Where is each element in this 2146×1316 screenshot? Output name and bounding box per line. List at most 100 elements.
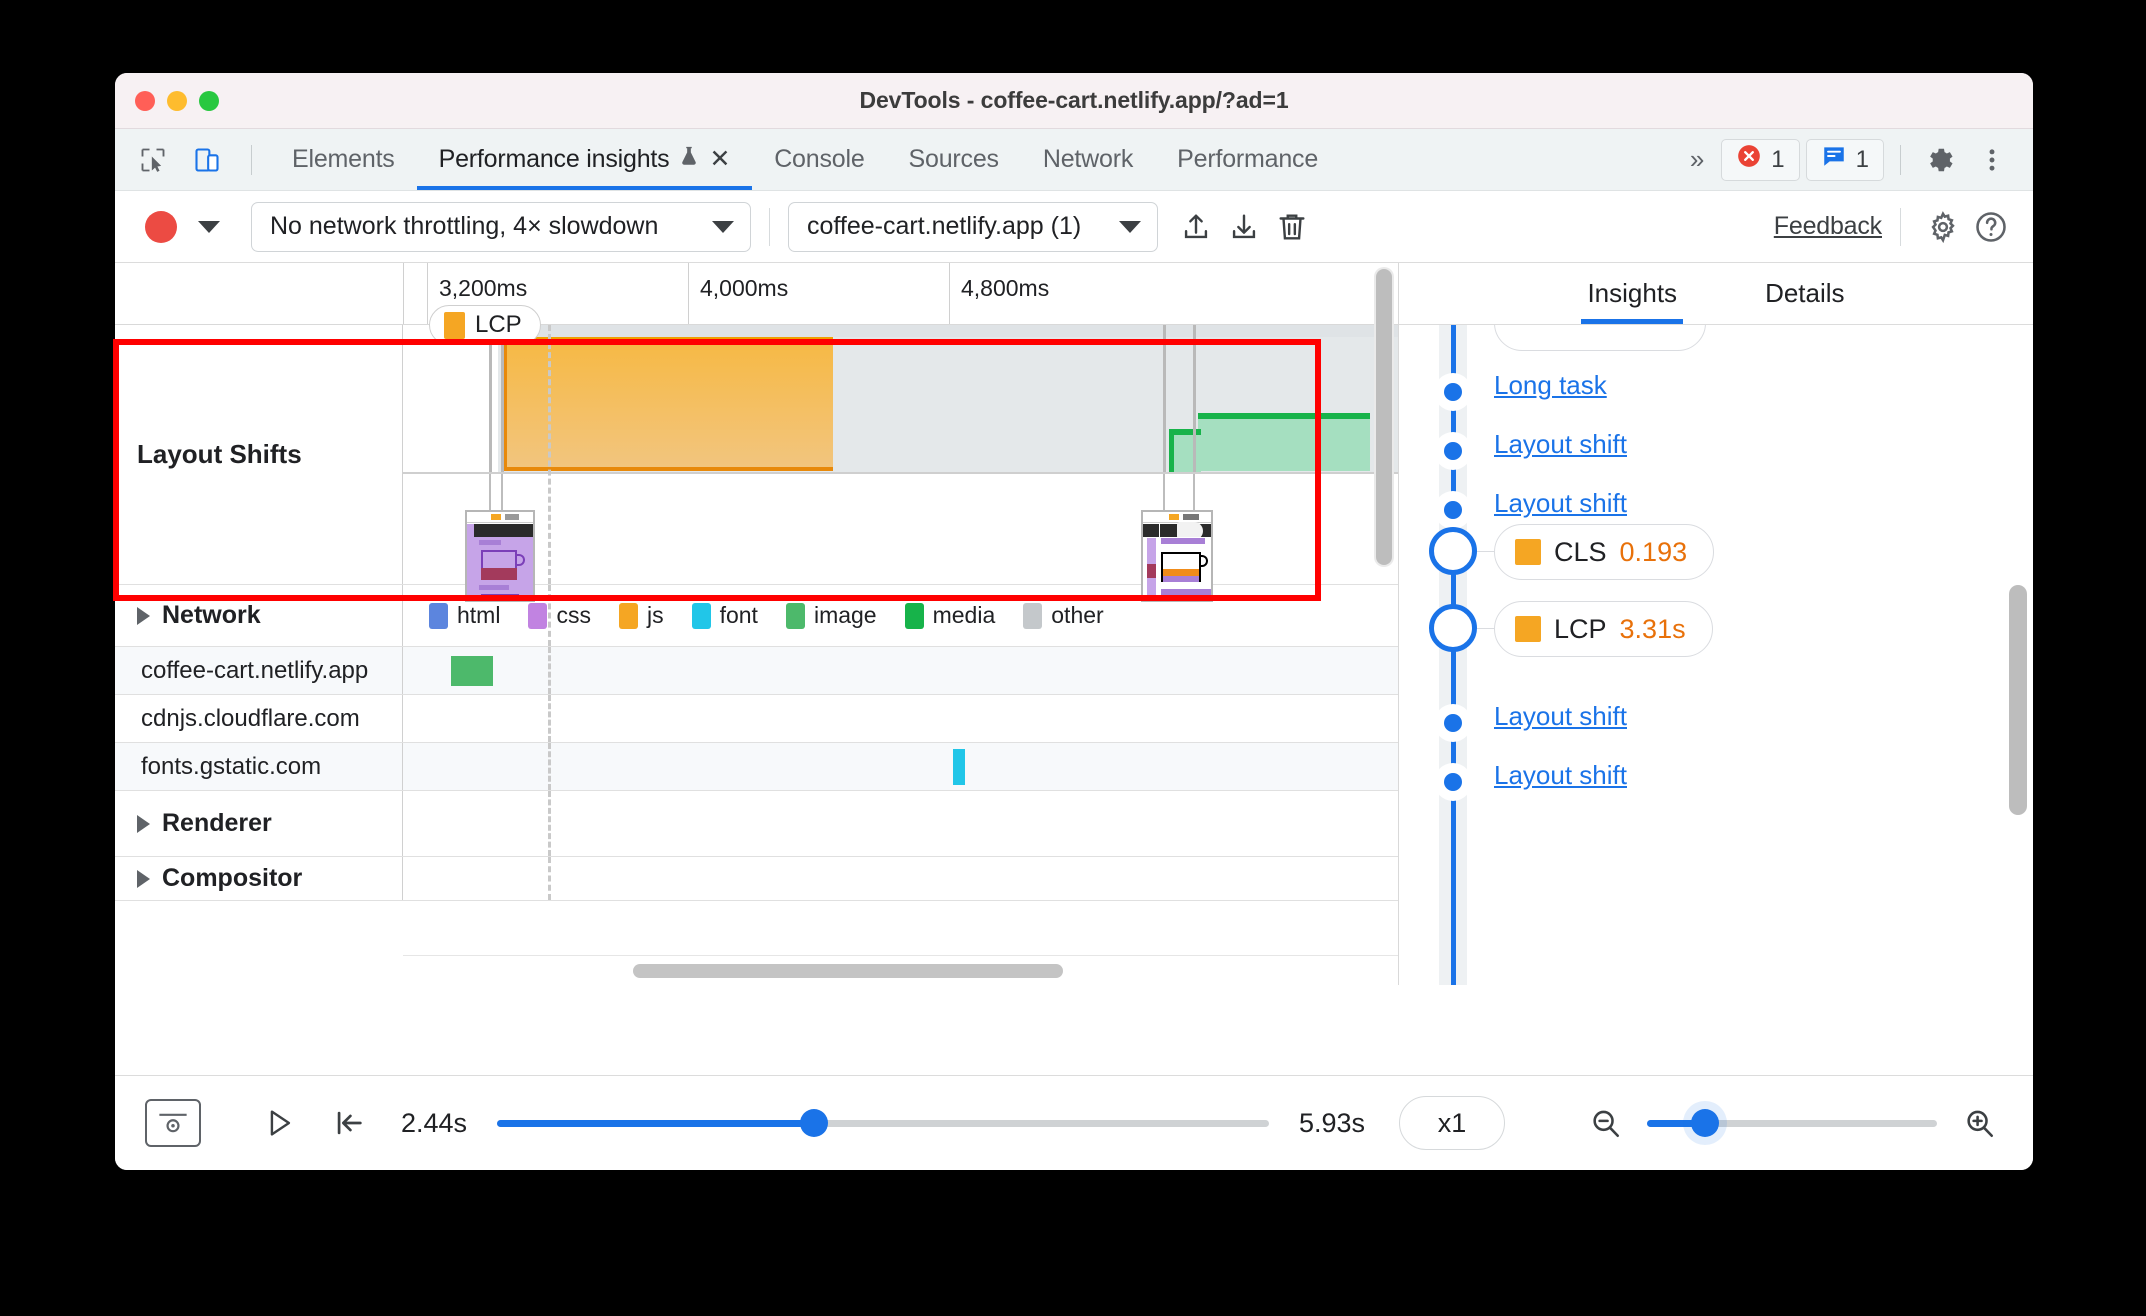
insight-link-layout-shift[interactable]: Layout shift (1494, 488, 1627, 519)
track-label-network[interactable]: Network (115, 585, 403, 646)
legend-item-js: js (618, 602, 664, 629)
tab-console[interactable]: Console (752, 129, 886, 190)
metric-chip-cls[interactable]: CLS 0.193 (1494, 524, 1715, 580)
playback-speed-button[interactable]: x1 (1399, 1096, 1505, 1150)
track-network-group[interactable]: Network html css js font image media oth… (115, 585, 1398, 647)
more-tabs-icon[interactable]: » (1676, 144, 1715, 175)
legend-item-media: media (904, 602, 995, 629)
gear-icon[interactable] (1917, 137, 1963, 183)
page-select[interactable]: coffee-cart.netlify.app (1) (788, 201, 1158, 252)
device-toolbar-icon[interactable] (187, 140, 227, 180)
sidebar-tab-label: Insights (1587, 278, 1678, 308)
timeline-horizontal-scrollbar[interactable] (403, 955, 1398, 985)
throttling-value: No network throttling, 4× slowdown (270, 212, 659, 240)
tab-label: Console (774, 145, 865, 173)
playhead-slider-fill (497, 1119, 814, 1127)
scrollbar-thumb[interactable] (1376, 269, 1392, 565)
record-circle-icon (145, 210, 177, 243)
trash-icon[interactable] (1268, 203, 1316, 251)
tab-label: Network (1042, 145, 1134, 173)
insight-dot[interactable] (1434, 373, 1472, 411)
insight-dot-large[interactable] (1429, 604, 1477, 652)
partial-metric-chip[interactable] (1494, 325, 1706, 351)
jump-to-start-icon[interactable] (323, 1097, 375, 1149)
legend-item-font: font (691, 602, 758, 629)
insight-dot[interactable] (1434, 432, 1472, 470)
help-circle-icon[interactable] (1967, 203, 2015, 251)
playback-toolbar: 2.44s 5.93s x1 (115, 1075, 2033, 1170)
insight-link-layout-shift[interactable]: Layout shift (1494, 429, 1627, 460)
tab-details[interactable]: Details (1759, 263, 1850, 324)
sidebar-vertical-scrollbar[interactable] (2009, 585, 2027, 815)
track-label-renderer[interactable]: Renderer (115, 791, 403, 856)
insight-link-layout-shift[interactable]: Layout shift (1494, 701, 1627, 732)
insight-dot-large[interactable] (1429, 527, 1477, 575)
track-body-compositor (403, 857, 1398, 900)
insight-dot[interactable] (1434, 491, 1472, 529)
track-label-compositor[interactable]: Compositor (115, 857, 403, 900)
zoom-in-icon[interactable] (1953, 1097, 2005, 1149)
tab-sources[interactable]: Sources (887, 129, 1021, 190)
play-icon[interactable] (253, 1097, 305, 1149)
tab-label: Sources (908, 145, 1000, 173)
network-request-row[interactable]: fonts.gstatic.com (115, 743, 1398, 791)
track-renderer-group[interactable]: Renderer (115, 791, 1398, 857)
playhead-dashed-line (548, 585, 551, 646)
three-dots-vertical-icon[interactable] (1969, 137, 2015, 183)
playhead-slider-knob[interactable] (799, 1109, 828, 1137)
error-count-badge[interactable]: 1 (1721, 138, 1800, 181)
record-button[interactable] (137, 203, 185, 251)
request-bar (451, 656, 493, 686)
tab-network[interactable]: Network (1021, 129, 1155, 190)
download-icon[interactable] (1220, 203, 1268, 251)
playhead-slider[interactable] (497, 1109, 1269, 1137)
record-options-button[interactable] (185, 203, 233, 251)
page-value: coffee-cart.netlify.app (1) (807, 212, 1082, 240)
network-request-row[interactable]: cdnjs.cloudflare.com (115, 695, 1398, 743)
cls-value: 0.193 (1619, 536, 1688, 567)
tab-elements[interactable]: Elements (270, 129, 417, 190)
tab-performance-insights[interactable]: Performance insights ✕ (416, 129, 753, 190)
close-icon[interactable]: ✕ (709, 147, 730, 172)
insight-link-long-task[interactable]: Long task (1494, 370, 1607, 401)
lcp-value: 3.31s (1619, 613, 1686, 644)
zoom-slider[interactable] (1647, 1109, 1937, 1137)
timeline-panel: 3,200ms 4,000ms 4,800ms LCP Layout Shift… (115, 263, 1399, 985)
throttling-select[interactable]: No network throttling, 4× slowdown (251, 201, 751, 252)
tabbar-divider (251, 144, 252, 175)
timeline-vertical-scrollbar[interactable] (1374, 267, 1394, 567)
metric-chip-lcp[interactable]: LCP 3.31s (1494, 601, 1713, 657)
tab-label: Elements (292, 145, 395, 173)
track-list: Layout Shifts Network html css js font i… (115, 325, 1398, 985)
timeline-ruler[interactable]: 3,200ms 4,000ms 4,800ms LCP (115, 263, 1398, 345)
scrollbar-thumb[interactable] (633, 964, 1063, 978)
tabbar-right-controls: » 1 1 (1676, 129, 2033, 190)
insight-link-layout-shift[interactable]: Layout shift (1494, 760, 1627, 791)
chevron-down-icon (1119, 220, 1141, 233)
insight-dot[interactable] (1434, 704, 1472, 742)
start-time-label: 2.44s (401, 1107, 468, 1138)
gear-icon[interactable] (1919, 203, 1967, 251)
insights-list[interactable]: Long task Layout shift Layout shift CLS … (1399, 325, 2033, 985)
legend-item-css: css (528, 602, 591, 629)
zoom-out-icon[interactable] (1579, 1097, 1631, 1149)
insight-dot[interactable] (1434, 763, 1472, 801)
network-request-row[interactable]: coffee-cart.netlify.app (115, 647, 1398, 695)
track-layout-shifts[interactable]: Layout Shifts (115, 325, 1398, 602)
screenshot-icon[interactable] (145, 1099, 201, 1147)
track-compositor-group[interactable]: Compositor (115, 857, 1398, 901)
zoom-slider-knob[interactable] (1691, 1109, 1719, 1137)
tab-insights[interactable]: Insights (1581, 263, 1683, 324)
feedback-link[interactable]: Feedback (1774, 212, 1882, 241)
upload-icon[interactable] (1172, 203, 1220, 251)
inspect-cursor-icon[interactable] (133, 140, 173, 180)
lcp-marker-badge[interactable]: LCP (429, 305, 541, 345)
sidebar-tab-list: Insights Details (1399, 263, 2033, 325)
toolbar-right-divider (1900, 207, 1901, 246)
devtools-window: DevTools - coffee-cart.netlify.app/?ad=1… (115, 73, 2033, 1170)
track-body-layout-shifts[interactable] (403, 325, 1398, 602)
playback-speed-label: x1 (1437, 1107, 1467, 1138)
message-count-badge[interactable]: 1 (1805, 138, 1884, 181)
legend-item-image: image (785, 602, 877, 629)
tab-performance[interactable]: Performance (1155, 129, 1340, 190)
